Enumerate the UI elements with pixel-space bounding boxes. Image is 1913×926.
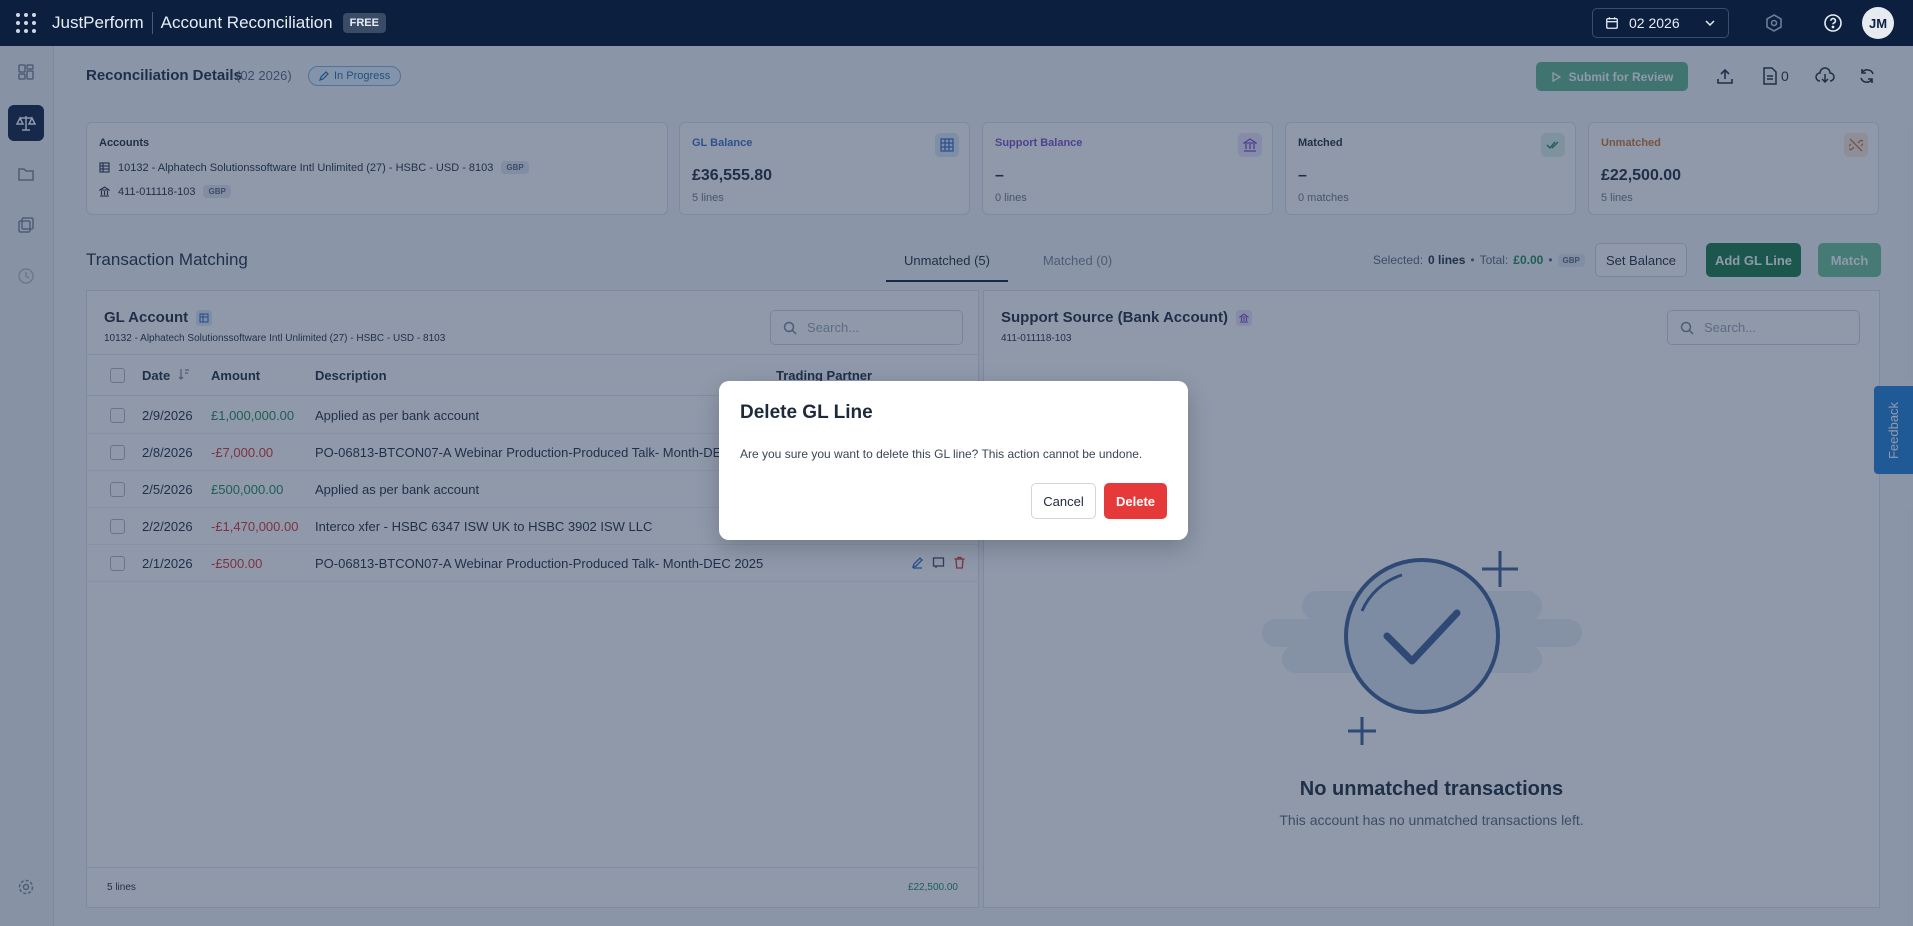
hexagon-icon[interactable] (1762, 11, 1786, 35)
dialog-message: Are you sure you want to delete this GL … (740, 447, 1143, 461)
top-bar: JustPerform Account Reconciliation FREE … (0, 0, 1913, 46)
period-selector[interactable]: 02 2026 (1592, 8, 1729, 38)
dialog-title: Delete GL Line (740, 402, 873, 423)
delete-button[interactable]: Delete (1104, 483, 1167, 519)
period-value: 02 2026 (1629, 15, 1680, 31)
plan-badge: FREE (342, 13, 386, 33)
brand-name: JustPerform (52, 13, 144, 32)
divider (151, 12, 153, 34)
cancel-button[interactable]: Cancel (1031, 483, 1096, 519)
delete-gl-line-dialog: Delete GL Line Are you sure you want to … (719, 381, 1188, 540)
app-title: Account Reconciliation (160, 13, 333, 32)
chevron-down-icon (1705, 20, 1715, 27)
avatar[interactable]: JM (1862, 7, 1894, 39)
apps-grid-icon[interactable] (14, 11, 38, 35)
calendar-icon (1606, 17, 1618, 29)
help-icon[interactable] (1821, 11, 1845, 35)
